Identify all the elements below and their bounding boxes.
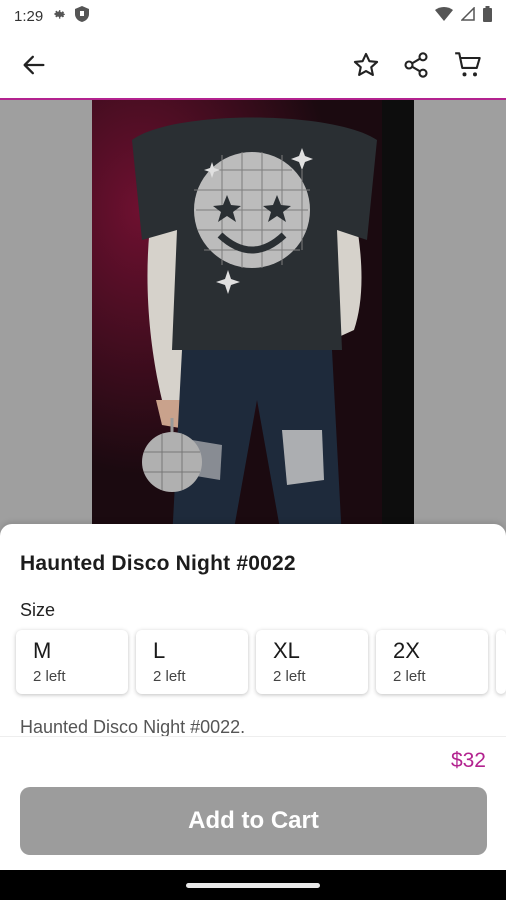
size-name: L — [153, 638, 166, 663]
size-option-xl[interactable]: XL 2 left — [256, 630, 368, 694]
purchase-bar: $32 Add to Cart — [0, 736, 506, 871]
settings-gear-icon — [51, 6, 67, 26]
product-details-sheet: Haunted Disco Night #0022 Size M 2 left … — [0, 524, 506, 736]
size-stock: 2 left — [33, 668, 66, 685]
share-button[interactable] — [400, 49, 432, 81]
product-title: Haunted Disco Night #0022 — [20, 552, 296, 575]
product-price: $32 — [450, 749, 486, 772]
status-time: 1:29 — [14, 7, 44, 25]
cart-icon — [455, 52, 481, 77]
signal-icon — [460, 6, 475, 25]
shirt-photo-illustration — [92, 100, 414, 540]
size-option-more[interactable] — [496, 630, 506, 694]
status-bar: 1:29 — [0, 0, 506, 32]
size-option-l[interactable]: L 2 left — [136, 630, 248, 694]
share-icon — [404, 52, 428, 78]
size-options: M 2 left L 2 left XL 2 left 2X 2 left — [16, 630, 506, 694]
system-nav-bar — [0, 870, 506, 900]
size-name: XL — [273, 638, 300, 663]
battery-icon — [483, 6, 492, 26]
size-option-m[interactable]: M 2 left — [16, 630, 128, 694]
size-label: Size — [20, 600, 56, 620]
wifi-icon — [435, 7, 453, 25]
size-name: M — [33, 638, 52, 663]
size-stock: 2 left — [273, 668, 306, 685]
size-name: 2X — [393, 638, 420, 663]
arrow-left-icon — [23, 55, 45, 75]
app-bar — [0, 32, 506, 100]
status-left: 1:29 — [14, 6, 90, 26]
product-photo — [92, 100, 414, 540]
size-stock: 2 left — [153, 668, 186, 685]
size-option-2x[interactable]: 2X 2 left — [376, 630, 488, 694]
favorite-button[interactable] — [350, 49, 382, 81]
status-right — [435, 6, 492, 26]
product-description: Haunted Disco Night #0022. — [20, 717, 246, 736]
cart-button[interactable] — [452, 49, 484, 81]
size-stock: 2 left — [393, 668, 426, 685]
home-gesture-handle[interactable] — [186, 883, 320, 888]
star-outline-icon — [353, 52, 379, 76]
product-image-area[interactable] — [0, 100, 506, 540]
add-to-cart-button[interactable]: Add to Cart — [20, 787, 487, 855]
shield-icon — [75, 6, 90, 26]
back-button[interactable] — [18, 49, 50, 81]
